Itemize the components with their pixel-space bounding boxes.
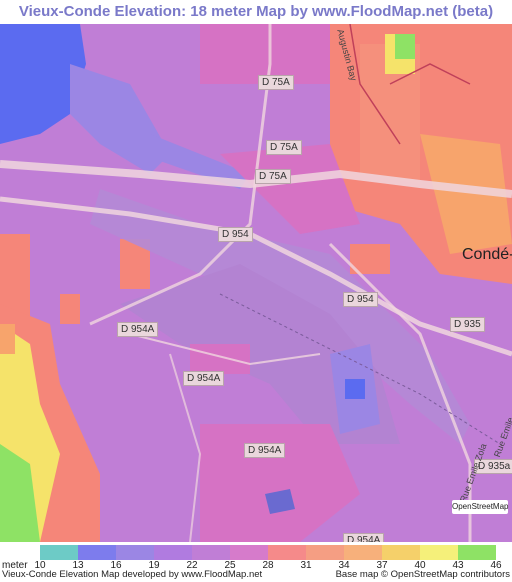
legend-swatch <box>78 545 116 560</box>
road-label: D 75A <box>258 75 294 90</box>
legend-swatch <box>458 545 496 560</box>
map-title: Vieux-Conde Elevation: 18 meter Map by w… <box>0 0 512 24</box>
legend-swatch <box>268 545 306 560</box>
legend-tick-label: 31 <box>300 560 312 571</box>
road-label: D 75A <box>266 140 302 155</box>
legend-swatch <box>344 545 382 560</box>
elevation-legend: meter 10 13 16 19 22 25 28 31 34 37 40 43 46 Vieux-C… <box>0 542 512 582</box>
road-label: D 75A <box>255 169 291 184</box>
legend-swatch <box>40 545 78 560</box>
road-label: D 954 <box>343 292 378 307</box>
road-label: D 954A <box>183 371 225 386</box>
legend-swatch <box>382 545 420 560</box>
credit-right: Base map © OpenStreetMap contributors <box>335 569 510 580</box>
legend-swatch <box>116 545 154 560</box>
legend-swatch <box>230 545 268 560</box>
legend-swatch <box>154 545 192 560</box>
osm-badge: OpenStreetMap <box>452 500 508 514</box>
credit-left: Vieux-Conde Elevation Map developed by w… <box>2 569 263 580</box>
elevation-map[interactable] <box>0 24 512 542</box>
road-label: D 954A <box>244 443 286 458</box>
legend-swatch <box>192 545 230 560</box>
road-label: D 954A <box>117 322 159 337</box>
map-canvas <box>0 24 512 542</box>
road-label: D 954 <box>218 227 253 242</box>
place-label: Condé- <box>462 246 512 263</box>
legend-swatch <box>420 545 458 560</box>
legend-swatch <box>306 545 344 560</box>
road-label: D 935 <box>450 317 485 332</box>
